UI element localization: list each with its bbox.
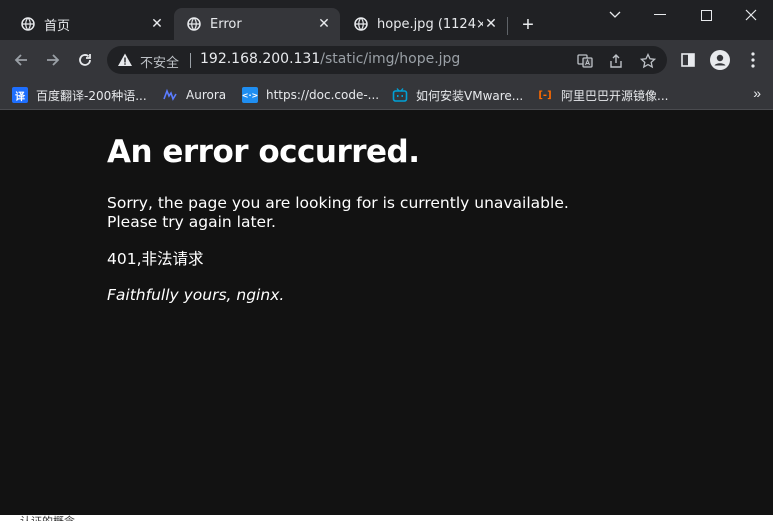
close-icon[interactable]: ✕ [149,16,165,32]
error-message-line1: Sorry, the page you are looking for is c… [107,194,569,212]
back-button[interactable] [8,47,34,73]
page-content: An error occurred. Sorry, the page you a… [0,110,773,515]
bookmark-star-icon[interactable] [639,52,657,70]
aliyun-icon: [-] [538,89,552,101]
tab-title: Error [210,16,242,32]
side-panel-icon[interactable] [675,47,701,73]
bookmark-aliyun-mirror[interactable]: [-] 阿里巴巴开源镜像... [537,85,668,105]
url-path: /static/img/hope.jpg [320,51,461,67]
maximize-button[interactable] [686,4,726,26]
status-text: 认证的概念 [20,513,75,521]
profile-avatar[interactable] [707,47,733,73]
globe-icon [186,16,202,32]
bookmarks-bar: 译 百度翻译-200种语... Aurora <·> https://doc.c… [0,81,773,110]
divider [190,53,191,68]
translate-icon: 译 [12,87,28,103]
bookmarks-overflow-icon[interactable]: » [753,85,761,101]
error-message-line2: Please try again later. [107,213,276,231]
new-tab-button[interactable]: + [517,14,539,36]
status-bar: 认证的概念 [0,515,773,521]
aurora-icon [162,87,178,103]
close-icon[interactable]: ✕ [483,16,499,32]
url-text[interactable]: 192.168.200.131/static/img/hope.jpg [200,51,460,67]
tab-error[interactable]: Error ✕ [174,8,340,40]
error-heading: An error occurred. [107,134,420,170]
bookmark-label: Aurora [186,88,227,102]
warning-icon[interactable] [117,52,133,68]
minimize-button[interactable] [640,4,680,26]
bookmark-label: 百度翻译-200种语... [36,88,147,103]
globe-icon [20,16,36,32]
bookmark-baidu-translate[interactable]: 译 百度翻译-200种语... [12,85,147,105]
signature: Faithfully yours, nginx. [107,286,285,304]
tab-title: hope.jpg (1124×2 [377,16,483,32]
tab-search-chevron-icon[interactable] [595,4,635,26]
url-host: 192.168.200.131 [200,51,321,67]
bookmark-label: https://doc.code-... [266,88,380,102]
error-code: 401,非法请求 [107,250,204,268]
reload-button[interactable] [72,47,98,73]
code-icon: <·> [242,87,258,103]
share-icon[interactable] [607,52,625,70]
close-window-button[interactable] [731,4,771,26]
tab-hope-jpg[interactable]: hope.jpg (1124×2 ✕ [341,8,507,40]
bookmark-doc-code[interactable]: <·> https://doc.code-... [242,85,379,105]
bilibili-icon [392,87,408,103]
forward-button[interactable] [40,47,66,73]
address-bar[interactable]: 不安全 192.168.200.131/static/img/hope.jpg [107,46,667,74]
browser-toolbar: 不安全 192.168.200.131/static/img/hope.jpg [0,40,773,81]
security-label[interactable]: 不安全 [140,52,179,71]
tab-divider [507,17,508,35]
close-icon[interactable]: ✕ [316,16,332,32]
globe-icon [353,16,369,32]
bookmark-label: 如何安装VMware... [416,88,524,103]
bookmark-vmware-install[interactable]: 如何安装VMware... [392,85,523,105]
menu-kebab-icon[interactable] [740,47,766,73]
tab-home[interactable]: 首页 ✕ [8,8,173,40]
tab-strip: 首页 ✕ Error ✕ hope.jpg (1124×2 ✕ + [0,0,773,40]
bookmark-label: 阿里巴巴开源镜像... [561,88,669,103]
translate-icon[interactable] [576,52,594,70]
tab-title: 首页 [44,18,71,34]
bookmark-aurora[interactable]: Aurora [162,85,226,105]
